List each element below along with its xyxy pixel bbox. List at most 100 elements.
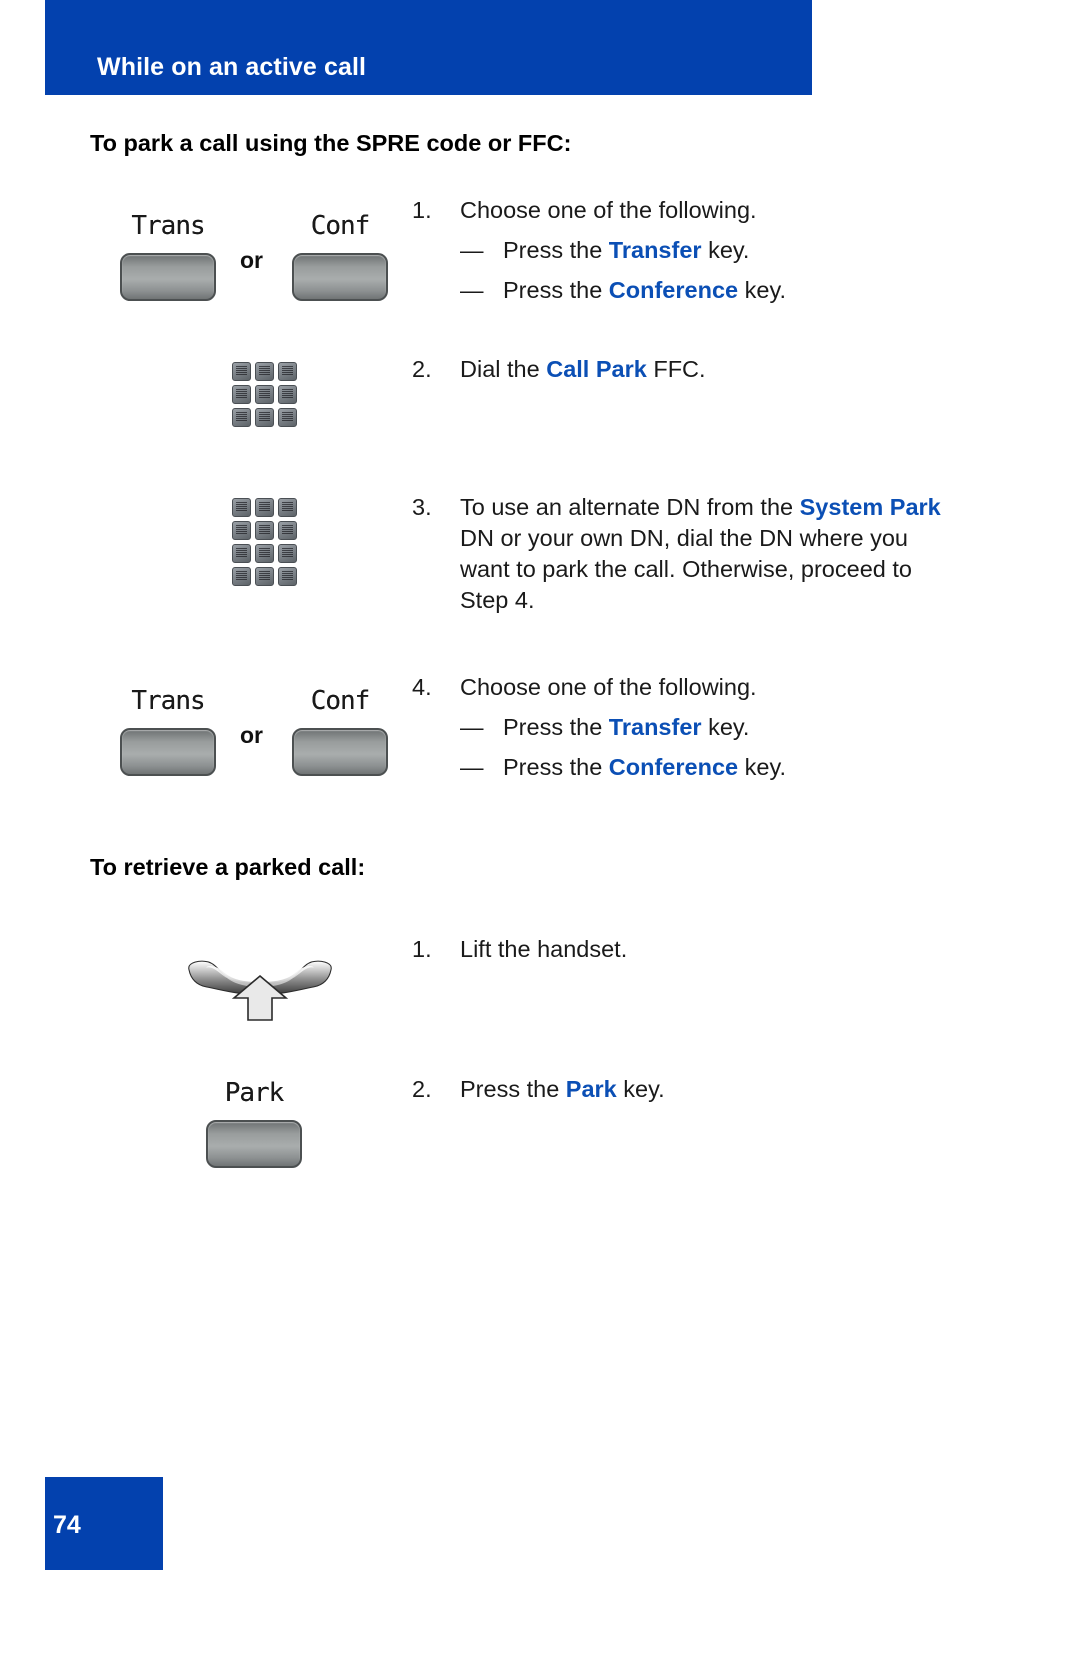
dialpad-key[interactable] — [278, 521, 297, 540]
dialpad-key[interactable] — [255, 498, 274, 517]
line-highlight: System — [799, 494, 884, 520]
em-dash-bullet: — — [460, 754, 484, 781]
sub-text-post: key. — [738, 277, 786, 304]
section-heading-retrieve-call: To retrieve a parked call: — [90, 854, 366, 880]
step-icon-column — [0, 354, 412, 454]
em-dash-bullet: — — [460, 237, 484, 264]
conference-key-icon[interactable]: Conf — [292, 213, 388, 301]
dialpad-key[interactable] — [232, 567, 251, 586]
dialpad-key[interactable] — [278, 385, 297, 404]
dialpad-key[interactable] — [255, 567, 274, 586]
line-pre: To use an alternate DN from the — [460, 494, 800, 520]
conference-key-label: Conf — [310, 211, 371, 241]
sub-text-post: key. — [701, 714, 750, 741]
step-number: 4. — [412, 674, 432, 700]
dialpad-key[interactable] — [278, 362, 297, 381]
sub-text-highlight: Transfer — [608, 714, 702, 741]
step-number: 2. — [412, 356, 432, 382]
conference-key-icon[interactable]: Conf — [292, 688, 388, 776]
step-sub-line: — Press the Conference key. — [412, 275, 960, 306]
transfer-or-conference-icon-group: Trans or Conf — [0, 195, 412, 315]
step-line: 4. Choose one of the following. — [412, 672, 960, 703]
step-sub-text: Press the Conference key. — [503, 752, 786, 783]
dialpad-icon[interactable] — [232, 362, 297, 427]
dialpad-key[interactable] — [232, 362, 251, 381]
transfer-or-conference-icon-group: Trans or Conf — [0, 672, 412, 792]
step-line-fragment: To use an alternate DN from the System — [460, 494, 883, 520]
em-dash-bullet: — — [460, 714, 484, 741]
footer-page-number: 74 — [53, 1511, 81, 1539]
conference-key-label: Conf — [310, 686, 371, 716]
dialpad-key[interactable] — [255, 544, 274, 563]
sub-text-highlight: Conference — [608, 277, 739, 304]
step-sub-text: Press the Transfer key. — [503, 712, 749, 743]
or-label: or — [240, 722, 263, 748]
dialpad-key[interactable] — [255, 521, 274, 540]
dialpad-key[interactable] — [232, 544, 251, 563]
step-sub-line: — Press the Transfer key. — [412, 712, 960, 743]
step-row: 3. To use an alternate DN from the Syste… — [0, 492, 1080, 632]
step-line: 2. Dial the Call Park FFC. — [412, 354, 960, 385]
step-sub-line: — Press the Conference key. — [412, 752, 960, 783]
step-row: Park 2. Press the Park key. — [0, 1074, 1080, 1194]
step-text-column: 1. Lift the handset. — [412, 934, 1080, 965]
step-line: 1. Choose one of the following. — [412, 195, 960, 226]
step-text-pre: Dial the — [460, 356, 547, 382]
dialpad-key[interactable] — [278, 544, 297, 563]
sub-text-pre: Press the — [503, 237, 609, 264]
step-row: 1. Lift the handset. — [0, 934, 1080, 1052]
step-text-column: 3. To use an alternate DN from the Syste… — [412, 492, 1080, 616]
dialpad-key[interactable] — [232, 385, 251, 404]
step-text: To use an alternate DN from the System P… — [460, 492, 960, 616]
step-row: Trans or Conf 4. Choose one of the follo… — [0, 672, 1080, 792]
dialpad-key[interactable] — [255, 385, 274, 404]
sub-text-pre: Press the — [503, 754, 609, 781]
transfer-key-cap[interactable] — [120, 253, 216, 301]
sub-text-highlight: Transfer — [608, 237, 702, 264]
step-text-highlight: Park — [565, 1076, 617, 1102]
step-icon-column — [0, 934, 412, 1052]
step-sub-line: — Press the Transfer key. — [412, 235, 960, 266]
step-text-post: key. — [616, 1076, 665, 1102]
park-key-cap[interactable] — [206, 1120, 302, 1168]
dialpad-icon[interactable] — [232, 498, 297, 586]
dialpad-key[interactable] — [255, 362, 274, 381]
step-text-column: 1. Choose one of the following. — Press … — [412, 195, 1080, 306]
or-label: or — [240, 247, 263, 273]
dialpad-key[interactable] — [232, 408, 251, 427]
dialpad-key[interactable] — [232, 498, 251, 517]
step-number: 2. — [412, 1076, 432, 1102]
dialpad-key[interactable] — [232, 521, 251, 540]
sub-text-pre: Press the — [503, 277, 609, 304]
em-dash-bullet: — — [460, 277, 484, 304]
dialpad-key[interactable] — [255, 408, 274, 427]
step-number: 1. — [412, 936, 432, 962]
page-body: To park a call using the SPRE code or FF… — [0, 95, 1080, 1194]
sub-text-post: key. — [701, 237, 750, 264]
park-key-label: Park — [224, 1078, 285, 1108]
step-row: Trans or Conf 1. Choose one of the follo… — [0, 195, 1080, 315]
conference-key-cap[interactable] — [292, 253, 388, 301]
conference-key-cap[interactable] — [292, 728, 388, 776]
park-key-icon[interactable]: Park — [206, 1080, 302, 1168]
step-text: Choose one of the following. — [460, 674, 757, 700]
dialpad-key[interactable] — [278, 408, 297, 427]
transfer-key-label: Trans — [131, 686, 205, 716]
dialpad-key[interactable] — [278, 498, 297, 517]
step-icon-column: Park — [0, 1074, 412, 1194]
up-arrow-icon — [231, 974, 289, 1021]
step-number: 1. — [412, 197, 432, 223]
transfer-key-icon[interactable]: Trans — [120, 688, 216, 776]
transfer-key-cap[interactable] — [120, 728, 216, 776]
transfer-key-icon[interactable]: Trans — [120, 213, 216, 301]
sub-text-pre: Press the — [503, 714, 609, 741]
step-sub-text: Press the Transfer key. — [503, 235, 749, 266]
dialpad-key[interactable] — [278, 567, 297, 586]
step-text-column: 4. Choose one of the following. — Press … — [412, 672, 1080, 783]
sub-text-highlight: Conference — [608, 754, 739, 781]
step-text: Lift the handset. — [460, 936, 628, 962]
step-icon-column — [0, 492, 412, 632]
step-text-highlight: Call Park — [546, 356, 647, 382]
step-icon-column: Trans or Conf — [0, 672, 412, 792]
step-text: Choose one of the following. — [460, 197, 757, 223]
